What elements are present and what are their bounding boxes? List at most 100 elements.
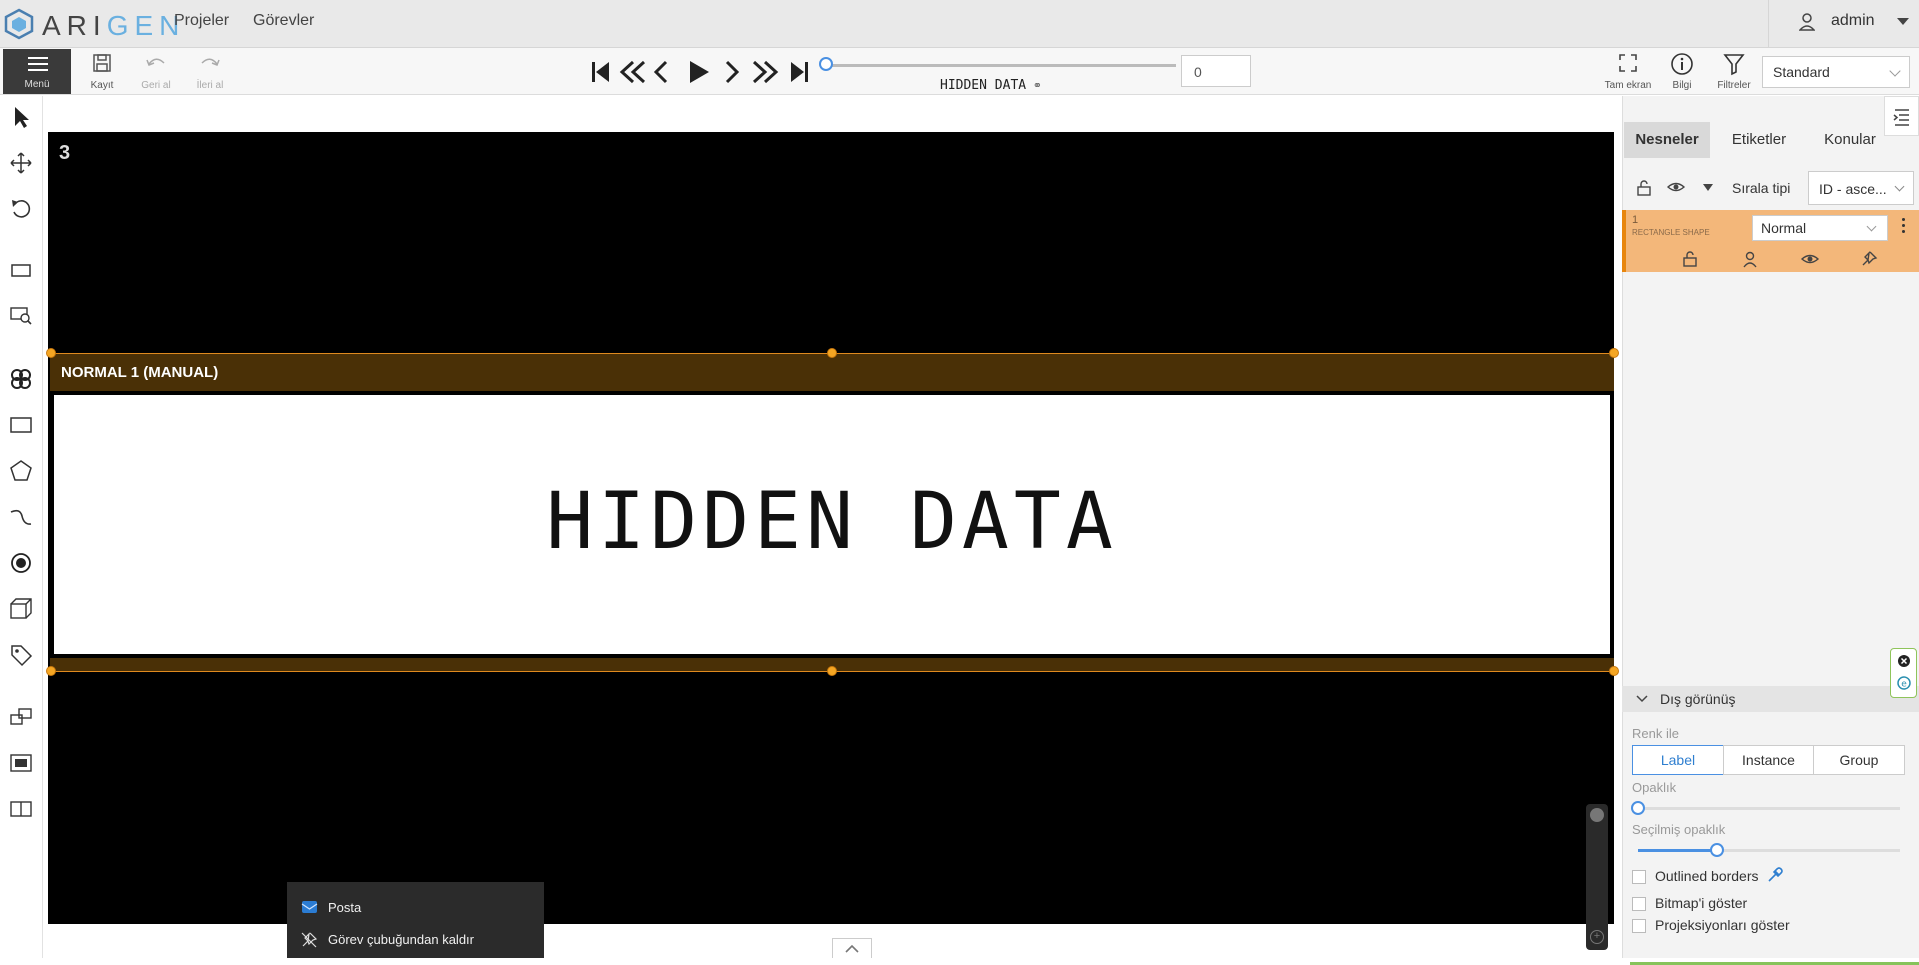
info-label: Bilgi xyxy=(1672,80,1692,91)
fit-image-icon[interactable] xyxy=(8,257,34,283)
lock-all-icon[interactable] xyxy=(1636,179,1652,197)
group-shapes-icon[interactable] xyxy=(8,750,34,776)
job-name-link[interactable]: HIDDEN DATA ⚭ xyxy=(940,78,1042,93)
show-bitmap-checkbox[interactable] xyxy=(1632,897,1646,911)
opacity-slider[interactable] xyxy=(1631,801,1900,815)
play-button[interactable] xyxy=(690,61,709,83)
resize-handle-bottom-right[interactable] xyxy=(1609,666,1619,676)
frame-number-overlay: 3 xyxy=(59,142,71,164)
chevron-down-icon xyxy=(1636,695,1648,703)
zoom-in-icon[interactable]: + xyxy=(1590,930,1604,944)
resize-handle-top-right[interactable] xyxy=(1609,348,1619,358)
info-button[interactable]: Bilgi xyxy=(1657,50,1707,94)
tab-issues[interactable]: Konular xyxy=(1806,122,1894,158)
floating-widget[interactable]: e xyxy=(1890,648,1917,698)
appearance-title: Dış görünüş xyxy=(1660,691,1736,707)
nav-tasks[interactable]: Görevler xyxy=(253,12,314,30)
object-label-select[interactable]: Normal xyxy=(1752,215,1888,241)
hamburger-icon xyxy=(28,57,48,73)
back-fast-button[interactable] xyxy=(619,60,646,84)
status-strip xyxy=(0,958,1919,965)
color-by-instance-option[interactable]: Instance xyxy=(1723,745,1814,775)
next-frame-button[interactable] xyxy=(725,60,740,84)
first-frame-button[interactable] xyxy=(592,62,609,82)
resize-handle-bottom-left[interactable] xyxy=(46,666,56,676)
object-menu-icon[interactable] xyxy=(1902,218,1906,236)
color-by-label-option[interactable]: Label xyxy=(1632,745,1724,775)
info-icon xyxy=(1671,53,1693,75)
brand-logo[interactable]: ARIGEN xyxy=(4,6,179,42)
menu-item-mail[interactable]: Posta xyxy=(301,897,531,919)
previous-frame-button[interactable] xyxy=(653,60,668,84)
extension-icon[interactable]: e xyxy=(1897,676,1911,690)
filters-button[interactable]: Filtreler xyxy=(1709,50,1759,94)
eye-all-icon[interactable] xyxy=(1666,179,1686,195)
resize-handle-bottom[interactable] xyxy=(827,666,837,676)
logo-icon xyxy=(4,8,34,40)
polygon-tool-icon[interactable] xyxy=(8,458,34,484)
object-pin-icon[interactable] xyxy=(1860,250,1878,268)
rectangle-tool-icon[interactable] xyxy=(8,412,34,438)
menu-item-mail-label: Posta xyxy=(328,900,362,915)
close-circle-icon[interactable] xyxy=(1897,654,1911,668)
split-track-icon[interactable] xyxy=(8,796,34,822)
bottom-panel-toggle[interactable] xyxy=(832,938,872,960)
brand-name: ARIGEN xyxy=(42,10,186,41)
merge-shapes-icon[interactable] xyxy=(8,704,34,730)
polyline-tool-icon[interactable] xyxy=(8,504,34,530)
image-text: HIDDEN DATA xyxy=(546,477,1118,567)
zoom-slider-handle[interactable] xyxy=(1590,808,1604,822)
tab-objects[interactable]: Nesneler xyxy=(1624,122,1710,158)
workspace-select[interactable]: Standard xyxy=(1762,56,1910,88)
color-by-group-option[interactable]: Group xyxy=(1813,745,1905,775)
outlined-borders-checkbox[interactable] xyxy=(1632,870,1646,884)
sort-select[interactable]: ID - asce... xyxy=(1808,171,1914,205)
object-type: RECTANGLE SHAPE xyxy=(1632,228,1710,237)
user-name: admin xyxy=(1831,12,1875,29)
resize-handle-top[interactable] xyxy=(827,348,837,358)
undo-label: Geri al xyxy=(141,80,171,91)
player-controls xyxy=(592,60,808,84)
save-button[interactable]: Kayıt xyxy=(77,50,127,94)
object-lock-icon[interactable] xyxy=(1682,250,1698,268)
rotate-tool-icon[interactable] xyxy=(8,196,34,222)
appearance-collapse-header[interactable]: Dış görünüş xyxy=(1622,686,1919,712)
color-picker-icon[interactable] xyxy=(1766,866,1784,884)
frame-number-input[interactable]: 0 xyxy=(1181,55,1251,87)
nav-projects[interactable]: Projeler xyxy=(174,12,229,30)
frame-slider-handle[interactable] xyxy=(819,57,833,71)
object-occluded-icon[interactable] xyxy=(1742,250,1758,268)
tab-labels[interactable]: Etiketler xyxy=(1714,122,1804,158)
object-id: 1 xyxy=(1632,214,1639,226)
top-bar: ARIGEN Projeler Görevler admin xyxy=(0,0,1919,48)
cuboid-tool-icon[interactable] xyxy=(8,596,34,622)
user-icon xyxy=(1799,13,1815,31)
object-item[interactable]: 1 RECTANGLE SHAPE Normal xyxy=(1622,210,1919,272)
forward-fast-button[interactable] xyxy=(752,60,779,84)
cursor-tool-icon[interactable] xyxy=(8,104,34,130)
tag-tool-icon[interactable] xyxy=(8,642,34,668)
fullscreen-icon xyxy=(1619,54,1637,72)
menu-item-unpin[interactable]: Görev çubuğundan kaldır xyxy=(301,929,531,951)
frame-slider[interactable] xyxy=(826,64,1176,67)
fullscreen-button[interactable]: Tam ekran xyxy=(1601,50,1655,94)
selected-opacity-slider-handle[interactable] xyxy=(1710,843,1724,857)
user-menu[interactable]: admin xyxy=(1768,0,1919,48)
caret-down-icon[interactable] xyxy=(1702,183,1714,193)
filter-icon xyxy=(1723,54,1745,76)
redo-button[interactable]: İleri al xyxy=(185,50,235,94)
ai-tools-icon[interactable] xyxy=(8,366,34,392)
selected-opacity-slider[interactable] xyxy=(1638,843,1900,857)
canvas-zoom-slider[interactable]: + xyxy=(1586,804,1608,950)
menu-button[interactable]: Menü xyxy=(3,49,71,94)
zoom-region-icon[interactable] xyxy=(8,302,34,328)
last-frame-button[interactable] xyxy=(791,62,808,82)
show-projections-checkbox[interactable] xyxy=(1632,919,1646,933)
move-tool-icon[interactable] xyxy=(8,150,34,176)
points-tool-icon[interactable] xyxy=(8,550,34,576)
object-visibility-icon[interactable] xyxy=(1800,251,1820,267)
mail-icon xyxy=(301,901,318,913)
undo-button[interactable]: Geri al xyxy=(131,50,181,94)
resize-handle-top-left[interactable] xyxy=(46,348,56,358)
opacity-slider-handle[interactable] xyxy=(1631,801,1645,815)
